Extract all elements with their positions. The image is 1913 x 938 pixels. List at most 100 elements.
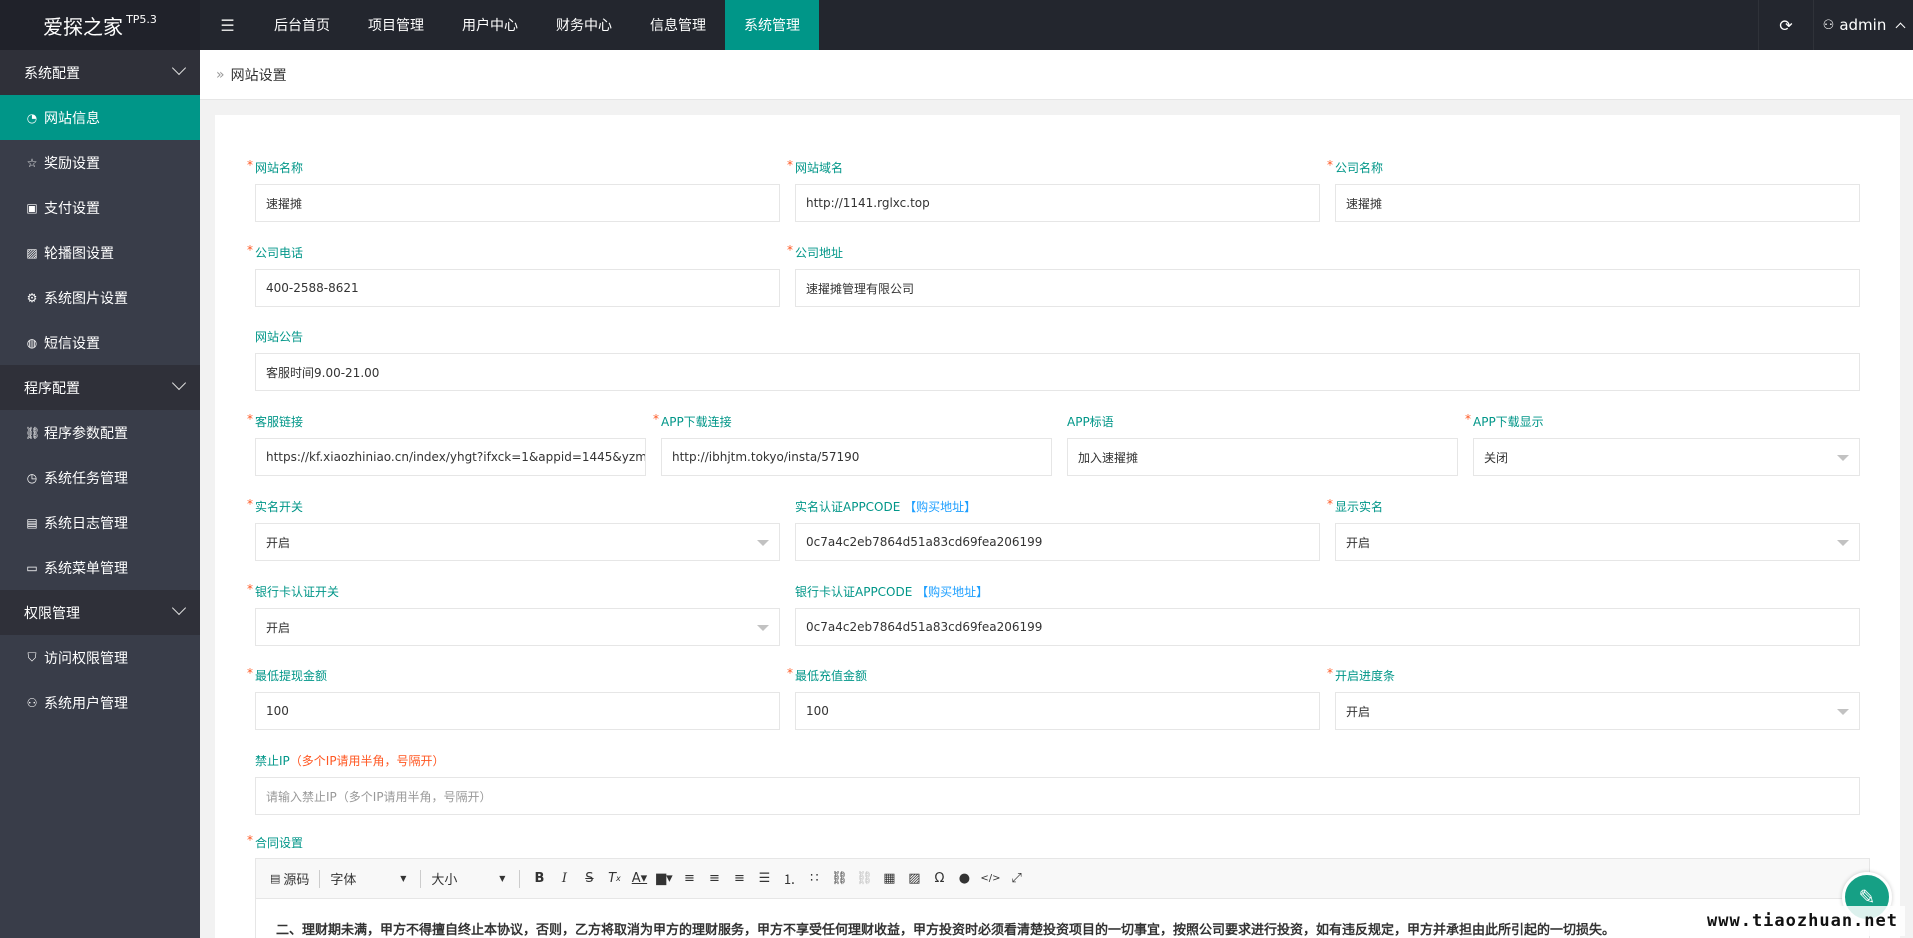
min-withdraw-input[interactable]: 100	[255, 692, 780, 730]
italic-icon[interactable]: I	[555, 868, 573, 890]
size-label: 大小	[431, 873, 458, 888]
size-select[interactable]: 大小 ▼	[431, 868, 509, 890]
ban-ip-note: （多个IP请用半角，号隔开）	[289, 754, 445, 768]
select-value: 开启	[266, 620, 291, 635]
menu-toggle-icon[interactable]: ☰	[200, 0, 255, 50]
bankcard-switch-select[interactable]: 开启	[255, 608, 780, 646]
watermark: www.tiaozhuan.net	[1700, 906, 1905, 936]
realname-switch-field: * 实名开关 开启	[247, 497, 780, 561]
realname-switch-select[interactable]: 开启	[255, 523, 780, 561]
site-name-input[interactable]: 速擢摊	[255, 184, 780, 222]
sidebar-item-sms[interactable]: ◍ 短信设置	[0, 320, 200, 365]
dashboard-icon: ◔	[26, 110, 38, 125]
align-justify-icon[interactable]: ☰	[755, 868, 773, 890]
site-domain-input[interactable]: http://1141.rglxc.top	[795, 184, 1320, 222]
breadcrumb: » 网站设置	[200, 50, 1913, 100]
site-notice-input[interactable]: 客服时间9.00-21.00	[255, 353, 1860, 391]
sidebar-group-system-config[interactable]: 系统配置	[0, 50, 200, 95]
company-address-field: * 公司地址 速擢摊管理有限公司	[787, 243, 1860, 307]
user-menu[interactable]: ⚇ admin	[1813, 0, 1913, 50]
nav-finance[interactable]: 财务中心	[537, 0, 631, 50]
ban-ip-input[interactable]: 请输入禁止IP（多个IP请用半角，号隔开）	[255, 777, 1860, 815]
shield-icon: ⛉	[27, 650, 37, 664]
app-download-show-select[interactable]: 关闭	[1473, 438, 1860, 476]
app-slogan-field: APP标语 加入速擢摊	[1067, 414, 1458, 476]
bulleted-list-icon[interactable]: ∷	[805, 868, 823, 890]
refresh-icon[interactable]: ⟳	[1758, 0, 1813, 50]
nav-info[interactable]: 信息管理	[631, 0, 725, 50]
source-label: 源码	[283, 873, 310, 888]
special-char-icon[interactable]: Ω	[930, 868, 948, 890]
bankcard-appcode-label: 银行卡认证APPCODE	[795, 585, 913, 599]
align-center-icon[interactable]: ≡	[705, 868, 723, 890]
sidebar-item-program-params[interactable]: ⛓ 程序参数配置	[0, 410, 200, 455]
sidebar-item-access[interactable]: ⛉ 访问权限管理	[0, 635, 200, 680]
sidebar-item-label: 轮播图设置	[44, 245, 114, 262]
toolbar-divider	[420, 869, 422, 888]
code-icon[interactable]: </>	[980, 868, 1000, 890]
font-label: 字体	[330, 873, 357, 888]
sidebar-item-site-info[interactable]: ◔ 网站信息	[0, 95, 200, 140]
text-color-icon[interactable]: A▾	[630, 868, 648, 890]
app-slogan-input[interactable]: 加入速擢摊	[1067, 438, 1458, 476]
company-name-input[interactable]: 速擢摊	[1335, 184, 1860, 222]
logo[interactable]: 爱探之家 TP5.3	[0, 0, 200, 50]
sidebar-group-permissions[interactable]: 权限管理	[0, 590, 200, 635]
buy-link[interactable]: 【购买地址】	[916, 585, 988, 599]
font-select[interactable]: 字体 ▼	[330, 868, 410, 890]
chevron-down-icon	[171, 600, 187, 616]
service-link-input[interactable]: https://kf.xiaozhiniao.cn/index/yhgt?ifx…	[255, 438, 646, 476]
chevron-down-icon	[171, 375, 187, 391]
background-color-icon[interactable]: ▆▾	[655, 868, 673, 890]
select-value: 关闭	[1484, 450, 1509, 465]
sidebar-group-program-config[interactable]: 程序配置	[0, 365, 200, 410]
min-recharge-input[interactable]: 100	[795, 692, 1320, 730]
caret-down-icon: ▼	[400, 874, 407, 883]
sidebar-item-logs[interactable]: ▤ 系统日志管理	[0, 500, 200, 545]
sidebar-item-payment[interactable]: ▣ 支付设置	[0, 185, 200, 230]
user-icon: ⚇	[26, 695, 38, 710]
company-phone-label: 公司电话	[255, 246, 304, 260]
contract-field: * 合同设置	[247, 833, 555, 851]
sidebar-item-system-images[interactable]: ⚙ 系统图片设置	[0, 275, 200, 320]
app-download-input[interactable]: http://ibhjtm.tokyo/insta/57190	[661, 438, 1052, 476]
nav-projects[interactable]: 项目管理	[349, 0, 443, 50]
sidebar-item-menus[interactable]: ▭ 系统菜单管理	[0, 545, 200, 590]
bankcard-appcode-input[interactable]: 0c7a4c2eb7864d51a83cd69fea206199	[795, 608, 1860, 646]
company-phone-input[interactable]: 400-2588-8621	[255, 269, 780, 307]
link-icon[interactable]: ⛓	[830, 868, 848, 890]
nav-users[interactable]: 用户中心	[443, 0, 537, 50]
nav-system[interactable]: 系统管理	[725, 0, 819, 50]
sidebar-item-system-users[interactable]: ⚇ 系统用户管理	[0, 680, 200, 725]
align-left-icon[interactable]: ≡	[680, 868, 698, 890]
required-mark: *	[247, 582, 253, 596]
strikethrough-icon[interactable]: S	[580, 868, 598, 890]
buy-link[interactable]: 【购买地址】	[904, 500, 976, 514]
editor-content[interactable]: 二、理财期未满，甲方不得擅自终止本协议，否则，乙方将取消为甲方的理财服务，甲方不…	[256, 899, 1869, 938]
image-icon[interactable]: ▨	[905, 868, 923, 890]
source-button[interactable]: ▤ 源码	[270, 868, 309, 890]
sidebar-item-rewards[interactable]: ☆ 奖励设置	[0, 140, 200, 185]
required-mark: *	[1327, 497, 1333, 511]
show-realname-select[interactable]: 开启	[1335, 523, 1860, 561]
company-address-input[interactable]: 速擢摊管理有限公司	[795, 269, 1860, 307]
sidebar-item-tasks[interactable]: ◷ 系统任务管理	[0, 455, 200, 500]
numbered-list-icon[interactable]: ⒈	[780, 868, 798, 890]
clear-format-icon[interactable]: Tx	[605, 868, 623, 890]
chat-icon: ◍	[26, 335, 38, 350]
site-domain-field: * 网站域名 http://1141.rglxc.top	[787, 158, 1320, 222]
bold-icon[interactable]: B	[530, 868, 548, 890]
table-icon[interactable]: ▦	[880, 868, 898, 890]
service-link-label: 客服链接	[255, 415, 304, 429]
editor-toolbar: ▤ 源码 字体 ▼ 大小 ▼ B I S Tx A▾ ▆▾ ≡ ≡ ≡ ☰ ⒈ ∷ ⛓…	[256, 859, 1869, 899]
unlink-icon[interactable]: ⛓	[855, 868, 873, 890]
sidebar-item-carousel[interactable]: ▨ 轮播图设置	[0, 230, 200, 275]
ban-ip-label: 禁止IP	[255, 754, 290, 768]
fullscreen-icon[interactable]: ⤢	[1008, 868, 1026, 890]
align-right-icon[interactable]: ≡	[730, 868, 748, 890]
sidebar-item-label: 网站信息	[44, 110, 100, 127]
nav-home[interactable]: 后台首页	[255, 0, 349, 50]
flash-icon[interactable]: ●	[955, 868, 973, 890]
progress-bar-select[interactable]: 开启	[1335, 692, 1860, 730]
realname-appcode-input[interactable]: 0c7a4c2eb7864d51a83cd69fea206199	[795, 523, 1320, 561]
